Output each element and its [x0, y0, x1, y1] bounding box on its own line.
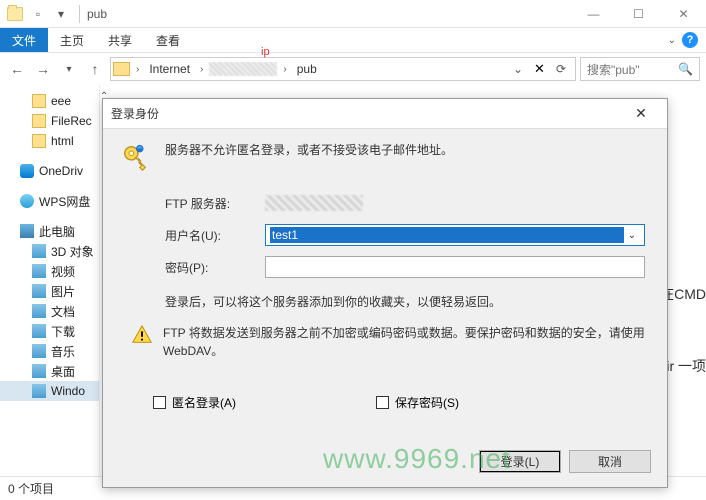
anon-login-checkbox[interactable]: 匿名登录(A)	[153, 394, 236, 411]
breadcrumb-chevron-icon[interactable]: ›	[134, 64, 141, 75]
sidebar: eee FileRec html OneDriv WPS网盘 此电脑 3D 对象…	[0, 85, 100, 476]
status-text: 0 个项目	[8, 480, 54, 497]
sidebar-item-desktop[interactable]: 桌面	[0, 361, 99, 381]
sidebar-item-wps[interactable]: WPS网盘	[0, 191, 99, 211]
chevron-down-icon[interactable]: ⌄	[624, 230, 640, 241]
up-button[interactable]: ↑	[84, 58, 106, 80]
dialog-close-button[interactable]: ✕	[623, 103, 659, 125]
documents-icon	[32, 304, 46, 318]
sidebar-item-3d[interactable]: 3D 对象	[0, 241, 99, 261]
drive-icon	[32, 384, 46, 398]
username-input[interactable]	[270, 227, 624, 243]
sidebar-item-onedrive[interactable]: OneDriv	[0, 161, 99, 181]
sidebar-item-thispc[interactable]: 此电脑	[0, 221, 99, 241]
search-icon[interactable]: 🔍	[678, 62, 693, 76]
search-placeholder: 搜索"pub"	[587, 61, 640, 78]
sidebar-item-documents[interactable]: 文档	[0, 301, 99, 321]
password-input[interactable]	[265, 256, 645, 278]
sidebar-item-eee[interactable]: eee	[0, 91, 99, 111]
folder-icon	[32, 114, 46, 128]
sidebar-item-music[interactable]: 音乐	[0, 341, 99, 361]
downloads-icon	[32, 324, 46, 338]
username-label: 用户名(U):	[165, 227, 265, 244]
warning-icon	[131, 324, 153, 360]
refresh-icon[interactable]: ⟳	[552, 62, 570, 76]
address-bar[interactable]: ip › Internet › › pub ⌄ ✕ ⟳	[110, 57, 576, 81]
onedrive-icon	[20, 164, 34, 178]
search-input[interactable]: 搜索"pub" 🔍	[580, 57, 700, 81]
sidebar-item-pictures[interactable]: 图片	[0, 281, 99, 301]
save-password-checkbox[interactable]: 保存密码(S)	[376, 394, 459, 411]
window-titlebar: ▫ ▾ pub — ☐ ✕	[0, 0, 706, 28]
address-folder-icon	[113, 62, 130, 76]
watermark-text: www.9969.net	[323, 443, 511, 475]
qat-placeholder-icon[interactable]: ▫	[27, 3, 49, 25]
minimize-button[interactable]: —	[571, 0, 616, 27]
video-icon	[32, 264, 46, 278]
tab-home[interactable]: 主页	[48, 28, 96, 52]
address-dropdown-icon[interactable]: ⌄	[509, 62, 527, 76]
ribbon-collapse-icon[interactable]: ⌄	[668, 35, 676, 46]
pc-icon	[20, 224, 34, 238]
dialog-note: 登录后，可以将这个服务器添加到你的收藏夹，以便轻易返回。	[165, 293, 651, 310]
tab-file[interactable]: 文件	[0, 28, 48, 52]
maximize-button[interactable]: ☐	[616, 0, 661, 27]
ftp-server-label: FTP 服务器:	[165, 195, 265, 212]
sidebar-item-videos[interactable]: 视频	[0, 261, 99, 281]
back-button[interactable]: ←	[6, 58, 28, 80]
qat-dropdown-icon[interactable]: ▾	[50, 3, 72, 25]
music-icon	[32, 344, 46, 358]
ip-annotation: ip	[261, 46, 270, 58]
help-icon[interactable]: ?	[682, 32, 698, 48]
wps-icon	[20, 194, 34, 208]
pictures-icon	[32, 284, 46, 298]
checkbox-icon	[153, 396, 166, 409]
window-title: pub	[87, 7, 107, 21]
nav-row: ← → ▾ ↑ ip › Internet › › pub ⌄ ✕ ⟳ 搜索"p…	[0, 53, 706, 85]
dialog-warning: FTP 将数据发送到服务器之前不加密或编码密码或数据。要保护密码和数据的安全，请…	[163, 324, 651, 360]
forward-button[interactable]: →	[32, 58, 54, 80]
username-combobox[interactable]: ⌄	[265, 224, 645, 246]
dialog-title: 登录身份	[111, 105, 159, 122]
folder-icon	[32, 94, 46, 108]
key-icon	[119, 141, 153, 173]
sidebar-item-windows[interactable]: Windo	[0, 381, 99, 401]
desktop-icon	[32, 364, 46, 378]
login-dialog: 登录身份 ✕ 服务器不允许匿名登录，或者不接受该电子邮件地址。 FTP 服务器:…	[102, 98, 668, 488]
history-dropdown-icon[interactable]: ▾	[58, 58, 80, 80]
cancel-button[interactable]: 取消	[569, 450, 651, 473]
sidebar-item-downloads[interactable]: 下载	[0, 321, 99, 341]
checkbox-icon	[376, 396, 389, 409]
close-button[interactable]: ✕	[661, 0, 706, 27]
folder-icon	[32, 134, 46, 148]
folder-app-icon	[4, 3, 26, 25]
3d-icon	[32, 244, 46, 258]
password-label: 密码(P):	[165, 259, 265, 276]
breadcrumb-seg-internet[interactable]: Internet	[145, 62, 194, 76]
sidebar-item-html[interactable]: html	[0, 131, 99, 151]
tab-view[interactable]: 查看	[144, 28, 192, 52]
ftp-server-value-redacted	[265, 195, 363, 211]
close-tab-icon[interactable]: ✕	[530, 61, 549, 77]
tab-share[interactable]: 共享	[96, 28, 144, 52]
breadcrumb-chevron-icon[interactable]: ›	[281, 64, 288, 75]
breadcrumb-chevron-icon[interactable]: ›	[198, 64, 205, 75]
breadcrumb-seg-redacted[interactable]	[209, 62, 277, 76]
breadcrumb-seg-pub[interactable]: pub	[293, 62, 321, 76]
dialog-message: 服务器不允许匿名登录，或者不接受该电子邮件地址。	[165, 141, 453, 159]
sidebar-item-filerec[interactable]: FileRec	[0, 111, 99, 131]
ribbon-tabs: 文件 主页 共享 查看 ⌄ ?	[0, 28, 706, 53]
